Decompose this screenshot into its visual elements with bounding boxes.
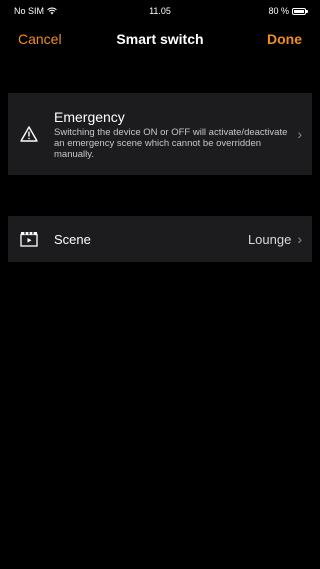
screen: No SIM 11.05 80 % Cancel Smart switch Do… [8, 0, 312, 569]
status-right: 80 % [268, 6, 308, 16]
chevron-right-icon: › [297, 231, 302, 247]
warning-triangle-icon [18, 126, 40, 142]
scene-label: Scene [54, 231, 91, 247]
carrier-label: No SIM [14, 6, 45, 16]
scene-row[interactable]: Scene Lounge › [8, 216, 312, 262]
navigation-bar: Cancel Smart switch Done [8, 22, 312, 56]
emergency-title: Emergency [54, 108, 125, 125]
wifi-icon [47, 7, 57, 15]
clapperboard-icon [18, 231, 40, 247]
done-button[interactable]: Done [267, 31, 302, 47]
status-left: No SIM [14, 6, 57, 16]
scene-value: Lounge [247, 231, 292, 247]
battery-percent: 80 % [268, 6, 289, 16]
battery-icon [292, 7, 308, 15]
cancel-button[interactable]: Cancel [18, 31, 62, 47]
chevron-right-icon: › [297, 126, 302, 142]
emergency-row[interactable]: Emergency Switching the device ON or OFF… [8, 93, 312, 175]
emergency-text: Emergency Switching the device ON or OFF… [54, 109, 291, 160]
emergency-description: Switching the device ON or OFF will acti… [54, 126, 288, 160]
status-bar: No SIM 11.05 80 % [8, 0, 312, 22]
